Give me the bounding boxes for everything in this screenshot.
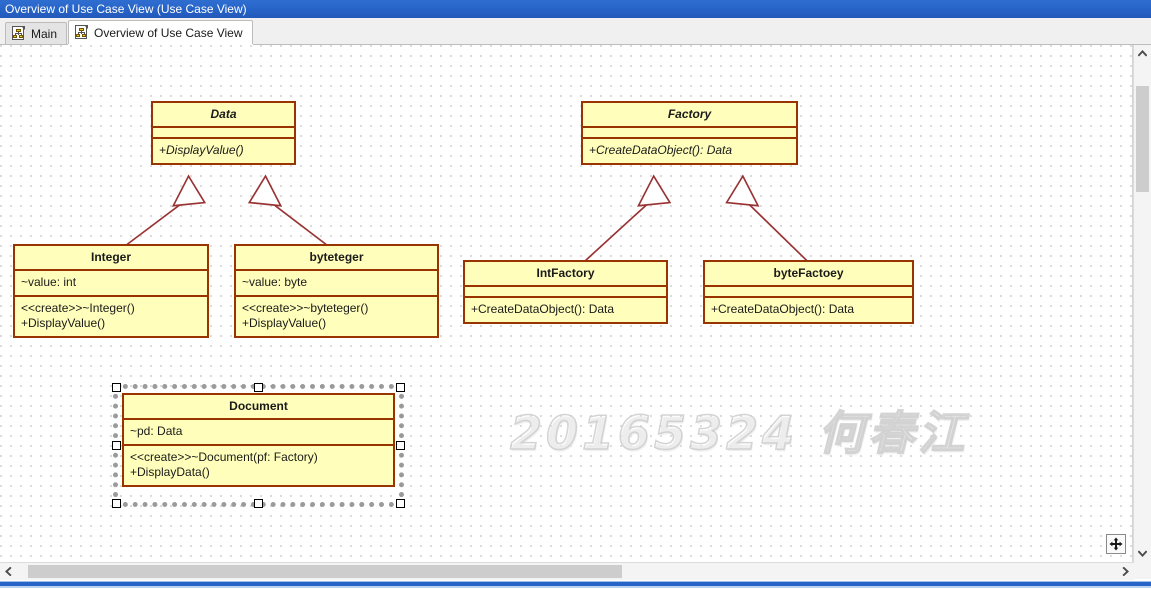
uml-operation: <<create>>~byteteger() [242, 301, 369, 315]
uml-operations-compartment: +CreateDataObject(): Data [705, 298, 912, 322]
uml-class-name: Data [153, 103, 294, 128]
diagram-tab-strip: Main Overview of Use Case View [0, 18, 1151, 45]
uml-class-document[interactable]: Document ~pd: Data <<create>>~Document(p… [122, 393, 395, 487]
resize-handle-se[interactable] [396, 499, 405, 508]
uml-operation: +DisplayValue() [159, 143, 244, 157]
tab-overview-label: Overview of Use Case View [94, 25, 243, 40]
uml-operation: +DisplayValue() [242, 316, 327, 330]
tab-main-label: Main [31, 26, 58, 41]
canvas-region: Data +DisplayValue() Factory +CreateData… [0, 45, 1151, 562]
uml-operation: +CreateDataObject(): Data [471, 302, 615, 316]
diagram-canvas[interactable]: Data +DisplayValue() Factory +CreateData… [0, 45, 1133, 562]
uml-class-bytefactoey[interactable]: byteFactoey +CreateDataObject(): Data [703, 260, 914, 324]
resize-handle-w[interactable] [112, 441, 121, 450]
uml-attributes-compartment: ~value: byte [236, 271, 437, 297]
resize-handle-nw[interactable] [112, 383, 121, 392]
chevron-left-icon [5, 567, 12, 576]
uml-attributes-compartment [465, 287, 666, 298]
uml-class-name: byteteger [236, 246, 437, 271]
uml-attributes-compartment [583, 128, 796, 139]
vertical-scroll-track[interactable] [1134, 62, 1151, 545]
scrollbar-corner [1134, 562, 1151, 579]
uml-operations-compartment: <<create>>~byteteger() +DisplayValue() [236, 297, 437, 336]
horizontal-scroll-thumb[interactable] [28, 565, 622, 578]
uml-class-intfactory[interactable]: IntFactory +CreateDataObject(): Data [463, 260, 668, 324]
scroll-right-button[interactable] [1117, 563, 1134, 580]
uml-class-name: byteFactoey [705, 262, 912, 287]
uml-operation: <<create>>~Document(pf: Factory) [130, 450, 318, 464]
uml-class-integer[interactable]: Integer ~value: int <<create>>~Integer()… [13, 244, 209, 338]
resize-handle-n[interactable] [254, 383, 263, 392]
resize-handle-ne[interactable] [396, 383, 405, 392]
tab-main[interactable]: Main [5, 22, 68, 44]
canvas-watermark: 20165324 何春江 [509, 405, 969, 461]
uml-class-name: Document [124, 395, 393, 420]
uml-operation: +DisplayData() [130, 465, 210, 479]
window-bottom-border [0, 580, 1151, 589]
resize-handle-s[interactable] [254, 499, 263, 508]
window-title-bar: Overview of Use Case View (Use Case View… [0, 0, 1151, 18]
diagram-page-icon [12, 26, 26, 41]
uml-class-name: Factory [583, 103, 796, 128]
diagram-page-icon [75, 25, 89, 40]
tab-overview-of-use-case-view[interactable]: Overview of Use Case View [68, 20, 253, 44]
uml-attribute: ~pd: Data [130, 424, 183, 438]
diagram-editor-window: Overview of Use Case View (Use Case View… [0, 0, 1151, 589]
chevron-up-icon [1138, 50, 1147, 57]
uml-operations-compartment: <<create>>~Document(pf: Factory) +Displa… [124, 446, 393, 485]
uml-operation: <<create>>~Integer() [21, 301, 135, 315]
scroll-down-button[interactable] [1134, 545, 1151, 562]
uml-operations-compartment: <<create>>~Integer() +DisplayValue() [15, 297, 207, 336]
uml-class-factory[interactable]: Factory +CreateDataObject(): Data [581, 101, 798, 165]
uml-operation: +CreateDataObject(): Data [589, 143, 733, 157]
vertical-scroll-thumb[interactable] [1136, 86, 1149, 193]
horizontal-scroll-track[interactable] [17, 563, 1117, 580]
pan-tool-button[interactable] [1106, 534, 1126, 554]
horizontal-scrollbar[interactable] [0, 562, 1134, 580]
uml-attributes-compartment: ~pd: Data [124, 420, 393, 446]
move-crosshair-icon [1109, 537, 1123, 551]
uml-attributes-compartment: ~value: int [15, 271, 207, 297]
uml-operations-compartment: +CreateDataObject(): Data [583, 139, 796, 163]
uml-operations-compartment: +DisplayValue() [153, 139, 294, 163]
uml-attribute: ~value: int [21, 275, 77, 289]
uml-attribute: ~value: byte [242, 275, 308, 289]
resize-handle-sw[interactable] [112, 499, 121, 508]
uml-attributes-compartment [153, 128, 294, 139]
uml-class-byteteger[interactable]: byteteger ~value: byte <<create>>~bytete… [234, 244, 439, 338]
uml-class-name: IntFactory [465, 262, 666, 287]
resize-handle-e[interactable] [396, 441, 405, 450]
vertical-scrollbar[interactable] [1133, 45, 1151, 562]
uml-attributes-compartment [705, 287, 912, 298]
chevron-right-icon [1122, 567, 1129, 576]
horizontal-scrollbar-row [0, 562, 1151, 580]
window-title: Overview of Use Case View (Use Case View… [5, 2, 247, 16]
chevron-down-icon [1138, 550, 1147, 557]
scroll-left-button[interactable] [0, 563, 17, 580]
scroll-up-button[interactable] [1134, 45, 1151, 62]
uml-operations-compartment: +CreateDataObject(): Data [465, 298, 666, 322]
uml-operation: +CreateDataObject(): Data [711, 302, 855, 316]
uml-operation: +DisplayValue() [21, 316, 106, 330]
uml-class-data[interactable]: Data +DisplayValue() [151, 101, 296, 165]
uml-class-name: Integer [15, 246, 207, 271]
